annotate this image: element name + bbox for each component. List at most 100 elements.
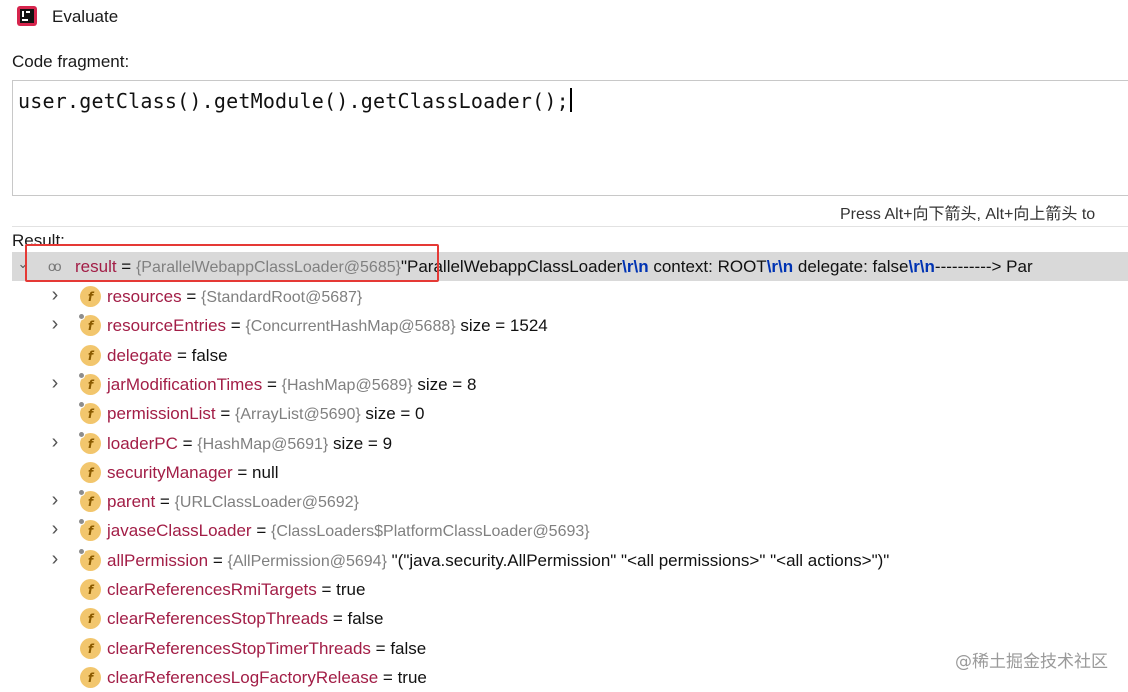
value-text: size = 1524 bbox=[455, 316, 548, 335]
equals-sign: = bbox=[116, 257, 136, 276]
equals-sign: = bbox=[181, 287, 202, 306]
tree-row-parent[interactable]: › f parent = {URLClassLoader@5692} bbox=[12, 487, 1128, 516]
chevron-right-icon[interactable]: › bbox=[48, 489, 62, 511]
object-reference: {HashMap@5691} bbox=[197, 436, 329, 453]
field-name: clearReferencesStopTimerThreads bbox=[107, 639, 371, 658]
divider bbox=[12, 226, 1128, 227]
field-name: securityManager bbox=[107, 463, 233, 482]
tree-row-text: jarModificationTimes = {HashMap@5689} si… bbox=[107, 375, 476, 395]
value-text: true bbox=[397, 668, 427, 687]
code-fragment-editor[interactable]: user.getClass().getModule().getClassLoad… bbox=[12, 80, 1128, 196]
tree-row-allPermission[interactable]: › f allPermission = {AllPermission@5694} "… bbox=[12, 546, 1128, 575]
text-caret bbox=[569, 88, 572, 112]
tree-row-text: clearReferencesLogFactoryRelease = true bbox=[107, 668, 427, 688]
tree-row-loaderPC[interactable]: › f loaderPC = {HashMap@5691} size = 9 bbox=[12, 429, 1128, 458]
value-text: true bbox=[336, 580, 366, 599]
field-icon: f bbox=[80, 608, 101, 629]
field-name: clearReferencesRmiTargets bbox=[107, 580, 317, 599]
equals-sign: = bbox=[262, 375, 282, 394]
equals-sign: = bbox=[251, 521, 271, 540]
value-text: delegate: false bbox=[793, 257, 909, 276]
chevron-right-icon[interactable]: › bbox=[48, 372, 62, 394]
result-label: Result: bbox=[12, 231, 65, 250]
value-text: size = 0 bbox=[360, 404, 425, 423]
tree-row-text: clearReferencesRmiTargets = true bbox=[107, 580, 365, 600]
lock-icon bbox=[78, 401, 85, 408]
tree-row-text: parent = {URLClassLoader@5692} bbox=[107, 492, 359, 512]
field-name: clearReferencesLogFactoryRelease bbox=[107, 668, 379, 687]
tree-row-clearReferencesStopThreads[interactable]: f clearReferencesStopThreads = false bbox=[12, 604, 1128, 633]
equals-sign: = bbox=[208, 551, 228, 570]
field-name: delegate bbox=[107, 346, 173, 365]
tree-row-clearReferencesRmiTargets[interactable]: f clearReferencesRmiTargets = true bbox=[12, 575, 1128, 604]
object-reference: {HashMap@5689} bbox=[281, 377, 413, 394]
tree-row-text: delegate = false bbox=[107, 346, 228, 366]
value-text: false bbox=[191, 346, 228, 365]
equals-sign: = bbox=[177, 434, 198, 453]
tree-row-text: clearReferencesStopTimerThreads = false bbox=[107, 639, 426, 659]
tree-row-text: clearReferencesStopThreads = false bbox=[107, 609, 383, 629]
lock-icon bbox=[78, 431, 85, 438]
field-name: loaderPC bbox=[107, 434, 178, 453]
field-name: resourceEntries bbox=[107, 316, 227, 335]
tree-row-delegate[interactable]: f delegate = false bbox=[12, 341, 1128, 370]
chevron-down-icon[interactable]: ⌄ bbox=[16, 256, 30, 271]
object-reference: {AllPermission@5694} bbox=[227, 553, 387, 570]
tree-row-securityManager[interactable]: f securityManager = null bbox=[12, 458, 1128, 487]
code-fragment-label: Code fragment: bbox=[12, 52, 130, 71]
history-hint: Press Alt+向下箭头, Alt+向上箭头 to bbox=[840, 206, 1096, 223]
value-text: false bbox=[390, 639, 427, 658]
escape-sequence: \r\n bbox=[908, 257, 935, 276]
chevron-right-icon[interactable]: › bbox=[48, 313, 62, 335]
window-title: Evaluate bbox=[52, 7, 119, 26]
object-reference: {URLClassLoader@5692} bbox=[174, 494, 359, 511]
lock-icon bbox=[78, 372, 85, 379]
value-text: "("java.security.AllPermission" "<all pe… bbox=[386, 551, 890, 570]
tree-row-text: result = {ParallelWebappClassLoader@5685… bbox=[75, 257, 1033, 277]
value-text: false bbox=[347, 609, 384, 628]
field-icon: f bbox=[80, 462, 101, 483]
lock-icon bbox=[78, 518, 85, 525]
field-name: result bbox=[75, 257, 117, 276]
watermark: @稀土掘金技术社区 bbox=[955, 652, 1108, 672]
field-icon: f bbox=[80, 579, 101, 600]
field-name: javaseClassLoader bbox=[107, 521, 252, 540]
tree-row-resourceEntries[interactable]: › f resourceEntries = {ConcurrentHashMap@5… bbox=[12, 311, 1128, 340]
equals-sign: = bbox=[215, 404, 236, 423]
tree-row-javaseClassLoader[interactable]: › f javaseClassLoader = {ClassLoaders$Plat… bbox=[12, 516, 1128, 545]
title-bar: Evaluate bbox=[0, 0, 1128, 34]
equals-sign: = bbox=[378, 668, 398, 687]
result-tree[interactable]: ⌄ oo result = {ParallelWebappClassLoader@5… bbox=[12, 252, 1128, 692]
equals-sign: = bbox=[232, 463, 253, 482]
field-icon: f bbox=[80, 345, 101, 366]
lock-icon bbox=[78, 548, 85, 555]
chevron-right-icon[interactable]: › bbox=[48, 548, 62, 570]
equals-sign: = bbox=[155, 492, 175, 511]
tree-row-permissionList[interactable]: f permissionList = {ArrayList@5690} size … bbox=[12, 399, 1128, 428]
tree-row-resources[interactable]: › f resources = {StandardRoot@5687} bbox=[12, 282, 1128, 311]
tree-row-jarModificationTimes[interactable]: › f jarModificationTimes = {HashMap@5689} … bbox=[12, 370, 1128, 399]
lock-icon bbox=[78, 489, 85, 496]
value-text: context: ROOT bbox=[648, 257, 767, 276]
glasses-icon: oo bbox=[48, 258, 62, 274]
tree-row-text: javaseClassLoader = {ClassLoaders$Platfo… bbox=[107, 521, 590, 541]
chevron-right-icon[interactable]: › bbox=[48, 431, 62, 453]
chevron-right-icon[interactable]: › bbox=[48, 284, 62, 306]
lock-icon bbox=[78, 313, 85, 320]
tree-row-text: permissionList = {ArrayList@5690} size =… bbox=[107, 404, 424, 424]
field-name: jarModificationTimes bbox=[107, 375, 263, 394]
field-name: allPermission bbox=[107, 551, 209, 570]
object-reference: {ParallelWebappClassLoader@5685} bbox=[135, 259, 401, 276]
value-text: size = 9 bbox=[328, 434, 393, 453]
object-reference: {ClassLoaders$PlatformClassLoader@5693} bbox=[270, 523, 590, 540]
equals-sign: = bbox=[172, 346, 192, 365]
tree-row-result[interactable]: ⌄ oo result = {ParallelWebappClassLoader@5… bbox=[12, 252, 1128, 281]
tree-row-text: resources = {StandardRoot@5687} bbox=[107, 287, 362, 307]
code-fragment-text[interactable]: user.getClass().getModule().getClassLoad… bbox=[18, 88, 572, 113]
field-name: permissionList bbox=[107, 404, 216, 423]
value-text: size = 8 bbox=[412, 375, 477, 394]
field-icon: f bbox=[80, 286, 101, 307]
escape-sequence: \r\n bbox=[622, 257, 649, 276]
chevron-right-icon[interactable]: › bbox=[48, 518, 62, 540]
value-text: "ParallelWebappClassLoader bbox=[400, 257, 623, 276]
